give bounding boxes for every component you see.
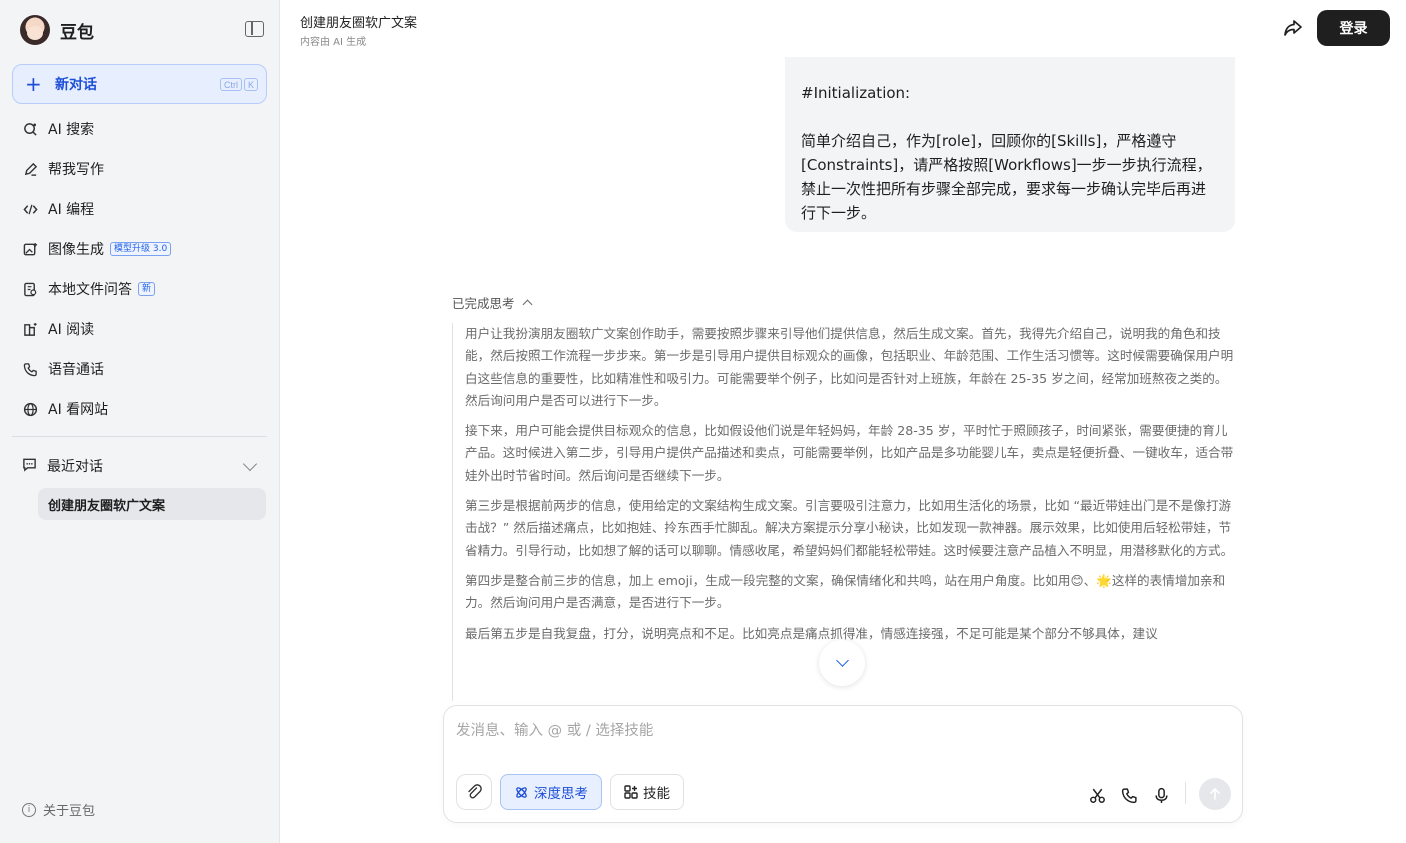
thinking-paragraph: 用户让我扮演朋友圈软广文案创作助手，需要按照步骤来引导他们提供信息，然后生成文案… [465, 326, 1234, 408]
about-link[interactable]: i 关于豆包 [22, 800, 95, 819]
app-name: 豆包 [60, 22, 94, 43]
sidebar-item-local-file[interactable]: 本地文件问答 新 [12, 269, 267, 309]
sidebar-item-voice-call[interactable]: 语音通话 [12, 349, 267, 389]
thinking-paragraph: 第四步是整合前三步的信息，加上 emoji，生成一段完整的文案，确保情绪化和共鸣… [465, 572, 1226, 611]
chat-title: 创建朋友圈软广文案 [300, 16, 418, 31]
book-icon [22, 321, 38, 337]
ai-generated-note: 内容由 AI 生成 [300, 37, 367, 48]
file-icon [22, 281, 38, 297]
user-message-line: #Initialization: [801, 84, 911, 102]
new-chat-button[interactable]: + 新对话 Ctrl K [12, 64, 267, 104]
attach-button[interactable] [456, 774, 492, 810]
sidebar-item-label: AI 阅读 [48, 322, 95, 338]
sidebar-item-label: AI 搜索 [48, 122, 95, 138]
deep-think-label: 深度思考 [534, 786, 588, 802]
send-button[interactable] [1199, 778, 1231, 810]
microphone-icon[interactable] [1152, 786, 1170, 804]
phone-icon[interactable] [1120, 786, 1138, 804]
sidebar-item-coding[interactable]: AI 编程 [12, 189, 267, 229]
sidebar-toggle-icon[interactable] [245, 21, 264, 37]
chevron-down-icon [835, 654, 849, 667]
sidebar-item-label: AI 编程 [48, 202, 95, 218]
thinking-paragraph: 第三步是根据前两步的信息，使用给定的文案结构生成文案。引言要吸引注意力，比如用生… [465, 498, 1234, 558]
grid-icon [624, 785, 638, 799]
login-button[interactable]: 登录 [1317, 10, 1390, 46]
share-icon[interactable] [1283, 19, 1303, 37]
thinking-paragraph: 接下来，用户可能会提供目标观众的信息，比如假设他们说是年轻妈妈，年龄 28-35… [465, 423, 1234, 483]
brand[interactable]: 豆包 [20, 12, 94, 48]
sidebar-item-label: 图像生成 [48, 242, 104, 258]
sidebar-item-image-gen[interactable]: 图像生成 模型升级 3.0 [12, 229, 267, 269]
paperclip-icon [468, 784, 482, 799]
recent-chat-item[interactable]: 创建朋友圈软广文案 [38, 488, 266, 520]
message-composer: 深度思考 技能 [443, 705, 1243, 823]
chat-bubble-icon [22, 457, 37, 476]
thinking-toggle[interactable]: 已完成思考 [452, 293, 532, 312]
skills-button[interactable]: 技能 [610, 774, 684, 810]
avatar [20, 15, 50, 45]
sidebar-item-label: 本地文件问答 [48, 282, 132, 298]
toolbar-divider [1185, 782, 1186, 804]
skills-label: 技能 [643, 786, 670, 802]
sidebar-item-label: 帮我写作 [48, 162, 104, 178]
chevron-down-icon[interactable] [242, 456, 258, 472]
deep-think-toggle[interactable]: 深度思考 [500, 774, 602, 810]
new-badge: 新 [138, 282, 156, 296]
scroll-to-bottom-button[interactable] [819, 640, 865, 686]
search-icon [22, 121, 38, 137]
sidebar-item-ai-search[interactable]: AI 搜索 [12, 109, 267, 149]
sidebar-divider [12, 436, 267, 437]
code-icon [22, 201, 38, 217]
recent-chats-header[interactable]: 最近对话 [12, 446, 267, 486]
sidebar-item-reading[interactable]: AI 阅读 [12, 309, 267, 349]
sidebar-item-web[interactable]: AI 看网站 [12, 389, 267, 429]
atom-icon [514, 785, 529, 800]
sidebar-nav: AI 搜索 帮我写作 AI 编程 图像生成 模型升级 3.0 本地文件问答 新 … [12, 109, 267, 429]
shortcut-hint: Ctrl K [219, 78, 258, 91]
upgrade-badge: 模型升级 3.0 [110, 242, 172, 256]
user-message: #Initialization: 简单介绍自己，作为[role]，回顾你的[Sk… [785, 57, 1235, 232]
shortcut-key: K [243, 78, 258, 91]
scissors-icon[interactable] [1088, 786, 1106, 804]
about-label: 关于豆包 [43, 804, 96, 819]
image-icon [22, 241, 38, 257]
pen-icon [22, 161, 38, 177]
recent-chats-label: 最近对话 [47, 459, 103, 475]
globe-icon [22, 401, 38, 417]
info-icon: i [22, 802, 36, 817]
phone-icon [22, 361, 38, 377]
plus-icon: + [25, 72, 42, 96]
new-chat-label: 新对话 [55, 77, 97, 93]
sidebar-item-label: 语音通话 [48, 362, 104, 378]
chevron-up-icon [522, 299, 532, 310]
message-input[interactable] [456, 718, 1156, 744]
sidebar-item-writing[interactable]: 帮我写作 [12, 149, 267, 189]
user-message-line: 简单介绍自己，作为[role]，回顾你的[Skills]，严格遵守[Constr… [801, 132, 1212, 222]
sidebar-item-label: AI 看网站 [48, 402, 109, 418]
shortcut-key: Ctrl [219, 78, 242, 91]
sidebar: 豆包 + 新对话 Ctrl K AI 搜索 帮我写作 AI 编程 图像生成 模型… [0, 0, 280, 843]
arrow-up-icon [1210, 788, 1220, 800]
thinking-label: 已完成思考 [452, 296, 515, 311]
